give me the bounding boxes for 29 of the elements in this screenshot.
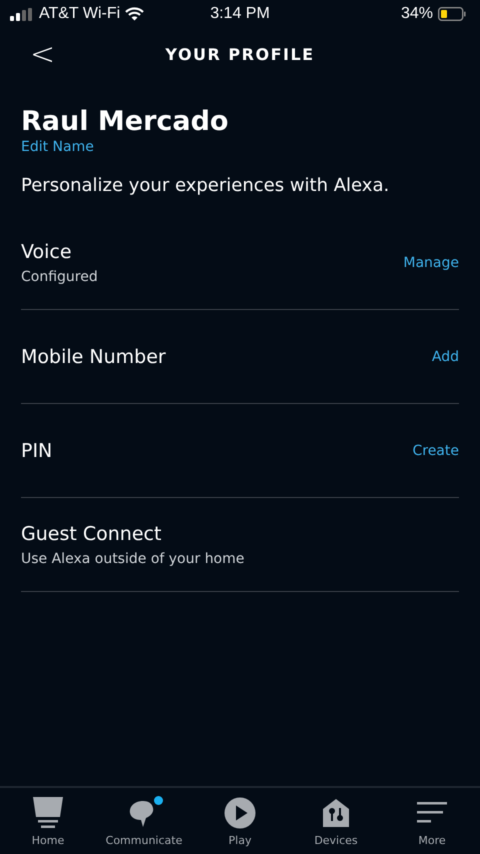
- profile-description: Personalize your experiences with Alexa.: [21, 175, 390, 196]
- carrier-name: AT&T Wi-Fi: [39, 5, 120, 23]
- tab-button[interactable]: Home: [0, 796, 96, 846]
- tab-button[interactable]: Communicate: [96, 796, 192, 846]
- battery-icon: [438, 7, 466, 21]
- menu-icon: [417, 800, 447, 826]
- signal-icon: [10, 8, 34, 20]
- setting-subtitle: Configured: [21, 268, 98, 284]
- clock-time: 3:14 PM: [210, 5, 270, 23]
- setting-action-link[interactable]: Manage: [403, 254, 459, 270]
- play-icon: [224, 796, 256, 828]
- page-title: YOUR PROFILE: [165, 44, 315, 64]
- wifi-icon: [125, 7, 144, 21]
- profile-name: Raul Mercado: [21, 106, 228, 137]
- setting-action-link[interactable]: Create: [412, 442, 459, 458]
- back-button[interactable]: <: [26, 36, 60, 72]
- setting-title: Voice: [21, 240, 73, 262]
- setting-action-link[interactable]: Add: [432, 348, 459, 364]
- tab-button[interactable]: Devices: [288, 796, 384, 846]
- edit-name-link[interactable]: Edit Name: [21, 139, 94, 155]
- setting-title: Guest Connect: [21, 522, 162, 544]
- house-devices-icon: [323, 798, 349, 826]
- battery-percent: 34%: [400, 5, 433, 23]
- home-icon: [33, 796, 63, 828]
- setting-title: PIN: [21, 440, 52, 462]
- setting-subtitle: Use Alexa outside of your home: [21, 550, 244, 566]
- setting-title: Mobile Number: [21, 346, 166, 368]
- tab-button[interactable]: Play: [192, 796, 288, 846]
- tab-button[interactable]: More: [384, 796, 480, 846]
